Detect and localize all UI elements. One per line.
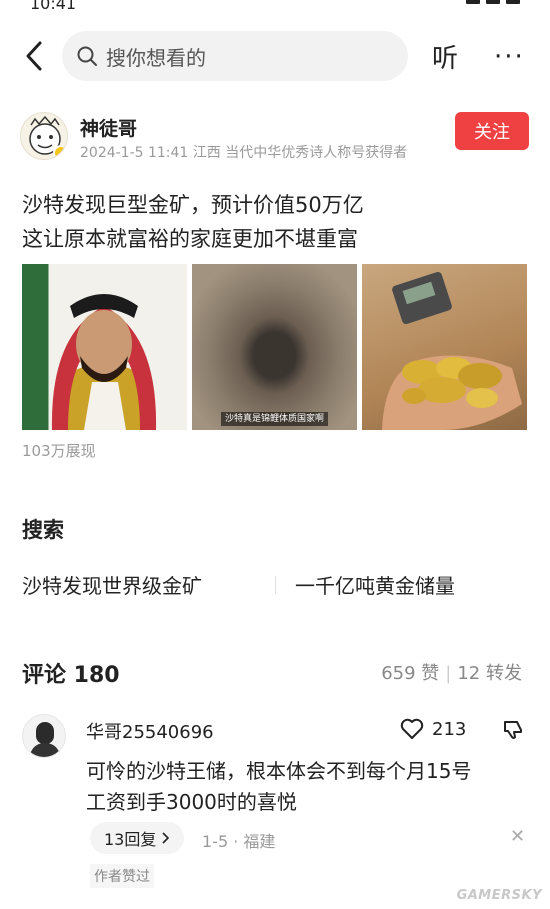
status-icons	[466, 0, 520, 4]
gold-nuggets-illustration	[382, 271, 522, 430]
comment-meta: 1-5 · 福建	[202, 832, 276, 851]
listen-button[interactable]: 听	[432, 38, 458, 75]
author-name[interactable]: 神徒哥	[80, 114, 137, 141]
comments-stats: 659 赞 | 12 转发	[381, 663, 522, 684]
author-meta: 2024-1-5 11:41 江西 当代中华优秀诗人称号获得者	[80, 145, 408, 161]
author-liked-tag: 作者赞过	[90, 864, 154, 888]
heart-icon	[400, 718, 424, 739]
post-text-line-1: 沙特发现巨型金矿，预计价值50万亿	[22, 193, 364, 217]
post-image-2[interactable]: 沙特真是锦鲤体质国家啊	[192, 264, 357, 430]
comment-like-count: 213	[432, 718, 467, 740]
reposts-count[interactable]: 12 转发	[457, 663, 522, 684]
author-avatar[interactable]	[20, 112, 68, 160]
search-bar[interactable]: 搜你想看的	[62, 31, 408, 81]
post-text-line-2: 这让原本就富裕的家庭更加不堪重富	[22, 227, 358, 251]
search-icon	[77, 46, 97, 66]
comment-text-line-2: 工资到手3000时的喜悦	[86, 790, 297, 814]
top-bar: 搜你想看的 听 ···	[0, 24, 550, 88]
back-button[interactable]	[18, 38, 50, 74]
comment-like-button[interactable]: 213	[400, 718, 466, 740]
close-icon[interactable]: ✕	[510, 826, 525, 847]
post-image-3[interactable]	[362, 264, 527, 430]
comment-dislike-button[interactable]	[502, 718, 524, 744]
status-time: 10:41	[30, 0, 77, 13]
watermark-logo: GAMERSKY	[456, 888, 542, 903]
post-text: 沙特发现巨型金矿，预计价值50万亿 这让原本就富裕的家庭更加不堪重富	[22, 188, 522, 256]
more-button[interactable]: ···	[494, 42, 525, 72]
post-image-1[interactable]	[22, 264, 187, 430]
post-images: 沙特真是锦鲤体质国家啊	[22, 264, 528, 430]
search-placeholder: 搜你想看的	[106, 45, 206, 70]
view-replies-button[interactable]: 13回复	[90, 822, 185, 854]
suggestion-divider	[275, 576, 276, 594]
verified-badge	[53, 145, 67, 159]
commenter-avatar[interactable]	[22, 714, 66, 758]
comment-text-line-1: 可怜的沙特王储，根本体会不到每个月15号	[86, 759, 472, 783]
author-row: 神徒哥 2024-1-5 11:41 江西 当代中华优秀诗人称号获得者 关注	[20, 110, 530, 166]
dislike-icon	[504, 721, 522, 739]
back-arrow-icon	[26, 41, 42, 71]
status-bar: 10:41	[0, 0, 550, 14]
search-section-title: 搜索	[22, 518, 64, 542]
image-caption: 沙特真是锦鲤体质国家啊	[192, 411, 357, 426]
comment-item: 华哥25540696 213 可怜的沙特王储，根本体会不到每个月15号 工资到手…	[22, 712, 528, 892]
chevron-right-icon	[162, 832, 170, 844]
commenter-name[interactable]: 华哥25540696	[86, 718, 214, 744]
portrait-illustration	[51, 294, 157, 430]
search-suggestion-1[interactable]: 沙特发现世界级金矿	[22, 570, 202, 599]
comments-header: 评论 180 659 赞 | 12 转发	[22, 657, 528, 688]
comment-text: 可怜的沙特王储，根本体会不到每个月15号 工资到手3000时的喜悦	[86, 756, 526, 818]
likes-count[interactable]: 659 赞	[381, 663, 439, 684]
search-suggestion-2[interactable]: 一千亿吨黄金储量	[295, 570, 455, 599]
comments-title: 评论 180	[22, 663, 120, 688]
view-count: 103万展现	[22, 442, 96, 460]
follow-button[interactable]: 关注	[455, 112, 529, 150]
replies-label: 13回复	[104, 830, 157, 849]
